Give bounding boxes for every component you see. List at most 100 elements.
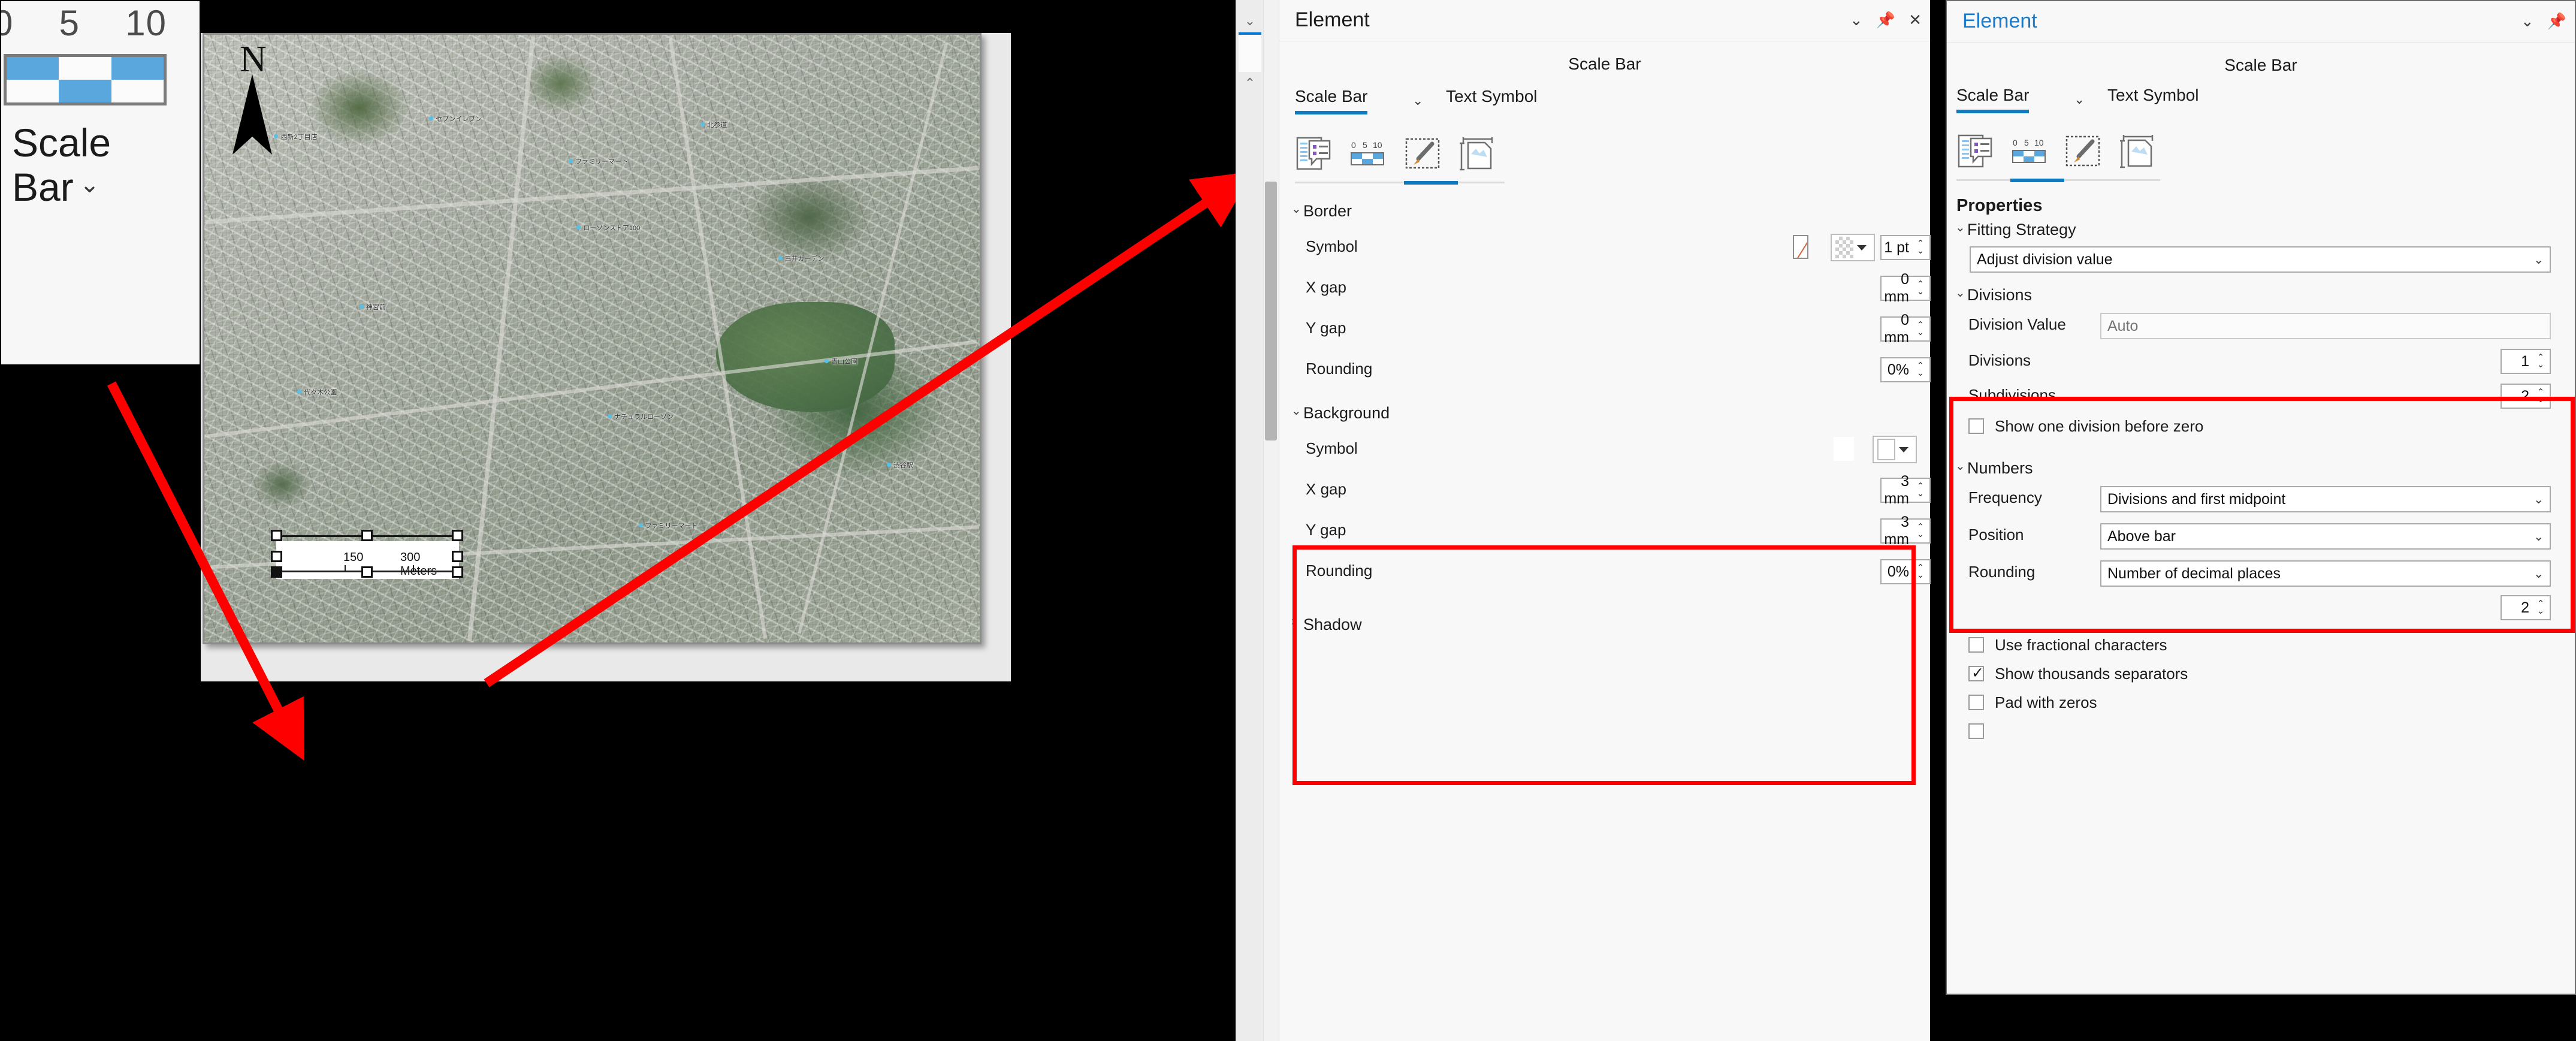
panel-scrollbar-track[interactable] — [1263, 0, 1279, 1041]
close-icon[interactable]: ✕ — [1908, 12, 1922, 28]
element-panel-background[interactable]: Element ⌄ 📌 ✕ Scale Bar Scale Bar ⌄ Text… — [1279, 0, 1931, 1041]
background-color-swatch[interactable] — [1834, 437, 1854, 461]
chevron-down-icon[interactable]: ⌄ — [2533, 492, 2544, 507]
divisions-section-header[interactable]: ⌄ Divisions — [1955, 285, 2575, 304]
resize-handle[interactable] — [271, 551, 282, 562]
clipped-checkbox[interactable] — [1968, 723, 1984, 739]
active-collapsed-tab[interactable] — [1239, 32, 1261, 72]
scale-bar-style-icon[interactable]: 0 5 10 — [2010, 132, 2047, 170]
resize-handle[interactable] — [452, 551, 463, 562]
caret-down-icon[interactable] — [1899, 446, 1908, 452]
pin-icon[interactable]: 📌 — [2547, 13, 2566, 29]
next-checkbox-row-clipped[interactable] — [1947, 720, 2575, 749]
division-value-input[interactable] — [2100, 313, 2551, 339]
tab-text-symbol[interactable]: Text Symbol — [2107, 86, 2199, 105]
numbers-rounding-select[interactable]: Number of decimal places ⌄ — [2100, 560, 2551, 587]
fitting-strategy-select[interactable]: Adjust division value ⌄ — [1970, 246, 2551, 273]
map-page[interactable]: N ファミリーマート セブンイレブン 西新2丁目店 ローソンストア100 ナチュラルロー… — [203, 33, 982, 644]
caret-down-icon[interactable] — [1857, 245, 1867, 251]
stepper-arrows[interactable]: ⌃ ⌄ — [1914, 280, 1929, 296]
chevron-down-icon[interactable]: ⌄ — [2521, 13, 2534, 29]
frequency-select[interactable]: Divisions and first midpoint ⌄ — [2100, 486, 2551, 512]
collapsed-panel-tab-strip[interactable]: ⌄ ⌃ — [1236, 0, 1264, 1041]
resize-handle[interactable] — [271, 530, 282, 541]
panel-tool-icons[interactable]: 0 5 10 — [1947, 132, 2575, 184]
chevron-down-icon[interactable]: ⌄ — [2533, 252, 2544, 267]
pad-with-zeros-row[interactable]: Pad with zeros — [1947, 691, 2575, 720]
use-fractional-characters-checkbox[interactable] — [1968, 637, 1984, 653]
stepper-arrows[interactable]: ⌃ ⌄ — [1914, 482, 1929, 498]
panel-scrollbar-thumb[interactable] — [1265, 182, 1277, 440]
stepper-arrows[interactable]: ⌃ ⌄ — [1914, 361, 1929, 378]
element-panel-right[interactable]: Element ⌄ 📌 Scale Bar Scale Bar ⌄ Text S… — [1946, 0, 2576, 995]
placement-icon[interactable] — [1458, 135, 1495, 172]
stepper-arrows[interactable]: ⌃ ⌄ — [2534, 599, 2550, 615]
scale-bar-style-icon[interactable]: 0 5 10 — [1349, 135, 1386, 172]
properties-icon[interactable] — [1295, 135, 1332, 172]
chevron-expanded-icon[interactable]: ⌄ — [1291, 403, 1301, 418]
decimal-places-stepper[interactable]: 2 ⌃ ⌄ — [2500, 595, 2551, 620]
chevron-down-icon[interactable]: ⌄ — [1412, 93, 1423, 108]
properties-icon[interactable] — [1956, 132, 1994, 170]
fitting-strategy-header[interactable]: ⌄ Fitting Strategy — [1955, 220, 2575, 239]
chevron-down-icon[interactable]: ⌄ — [80, 171, 100, 198]
background-section-header[interactable]: ⌄ Background — [1291, 403, 1930, 423]
stepper-arrows[interactable]: ⌃ ⌄ — [1914, 239, 1929, 255]
map-scale-bar-element[interactable]: 150 300 Meters — [271, 530, 463, 579]
resize-handle[interactable] — [452, 530, 463, 541]
show-thousands-separators-row[interactable]: Show thousands separators — [1947, 662, 2575, 691]
tab-scale-bar[interactable]: Scale Bar — [1956, 86, 2030, 113]
chevron-up-icon[interactable]: ⌃ — [1243, 77, 1257, 91]
resize-handle[interactable] — [361, 530, 373, 541]
stepper-arrows[interactable]: ⌃ ⌄ — [1914, 523, 1929, 539]
pin-icon[interactable]: 📌 — [1876, 12, 1895, 28]
tab-text-symbol[interactable]: Text Symbol — [1446, 87, 1538, 106]
stepper-arrows[interactable]: ⌃ ⌄ — [2534, 388, 2550, 404]
background-symbol-dropdown[interactable] — [1873, 436, 1917, 463]
chevron-expanded-icon[interactable]: ⌄ — [1955, 285, 1965, 300]
symbol-brush-icon[interactable] — [1404, 135, 1441, 172]
chevron-expanded-icon[interactable]: ⌄ — [1291, 201, 1301, 216]
position-select[interactable]: Above bar ⌄ — [2100, 523, 2551, 550]
layout-canvas[interactable]: N ファミリーマート セブンイレブン 西新2丁目店 ローソンストア100 ナチュラルロー… — [201, 33, 1011, 681]
resize-handle[interactable] — [452, 566, 463, 578]
subdivisions-stepper[interactable]: 2 ⌃ ⌄ — [2500, 384, 2551, 409]
divisions-count-stepper[interactable]: 1 ⌃ ⌄ — [2500, 349, 2551, 374]
background-rounding-stepper[interactable]: 0% ⌃ ⌄ — [1880, 559, 1931, 584]
stepper-arrows[interactable]: ⌃ ⌄ — [1914, 563, 1929, 580]
thumbnail-label[interactable]: Scale Bar ⌄ — [12, 120, 111, 210]
shadow-section-header[interactable]: › Shadow — [1291, 615, 1930, 634]
chevron-down-icon[interactable]: ⌄ — [1850, 12, 1863, 28]
show-one-division-checkbox[interactable] — [1968, 418, 1984, 434]
no-color-swatch[interactable] — [1793, 235, 1808, 259]
panel-tool-icons[interactable]: 0 5 10 — [1279, 135, 1930, 186]
background-ygap-stepper[interactable]: 3 mm ⌃ ⌄ — [1880, 514, 1931, 548]
anchor-handle[interactable] — [271, 566, 282, 578]
scale-bar-gallery-thumbnail[interactable]: 0 5 10 Scale Bar⌄ — [0, 0, 201, 366]
numbers-section-header[interactable]: ⌄ Numbers — [1955, 458, 2575, 478]
chevron-down-icon[interactable]: ⌄ — [2074, 92, 2085, 107]
border-ygap-stepper[interactable]: 0 mm ⌃ ⌄ — [1880, 312, 1931, 346]
chevron-down-icon[interactable]: ⌄ — [1243, 14, 1257, 29]
border-xgap-stepper[interactable]: 0 mm ⌃ ⌄ — [1880, 271, 1931, 305]
placement-icon[interactable] — [2118, 132, 2155, 170]
map-layout-view[interactable]: N ファミリーマート セブンイレブン 西新2丁目店 ローソンストア100 ナチュラルロー… — [201, 33, 1011, 681]
border-symbol-dropdown[interactable] — [1831, 234, 1875, 261]
show-thousands-separators-checkbox[interactable] — [1968, 664, 1984, 682]
panel-tabs[interactable]: Scale Bar ⌄ Text Symbol — [1279, 87, 1930, 131]
border-section-header[interactable]: ⌄ Border — [1291, 201, 1930, 221]
pad-with-zeros-checkbox[interactable] — [1968, 695, 1984, 710]
border-rounding-stepper[interactable]: 0% ⌃ ⌄ — [1880, 357, 1931, 382]
chevron-expanded-icon[interactable]: ⌄ — [1955, 458, 1965, 473]
stepper-arrows[interactable]: ⌃ ⌄ — [1914, 321, 1929, 337]
background-xgap-stepper[interactable]: 3 mm ⌃ ⌄ — [1880, 473, 1931, 507]
stepper-arrows[interactable]: ⌃ ⌄ — [2534, 353, 2550, 369]
use-fractional-characters-row[interactable]: Use fractional characters — [1947, 633, 2575, 662]
tab-scale-bar[interactable]: Scale Bar — [1295, 87, 1368, 114]
chevron-collapsed-icon[interactable]: › — [1291, 615, 1295, 629]
show-one-division-row[interactable]: Show one division before zero — [1947, 415, 2575, 443]
panel-tabs[interactable]: Scale Bar ⌄ Text Symbol — [1947, 86, 2575, 130]
chevron-expanded-icon[interactable]: ⌄ — [1955, 220, 1965, 235]
symbol-brush-icon[interactable] — [2064, 132, 2101, 170]
border-width-stepper[interactable]: 1 pt ⌃ ⌄ — [1880, 235, 1931, 260]
